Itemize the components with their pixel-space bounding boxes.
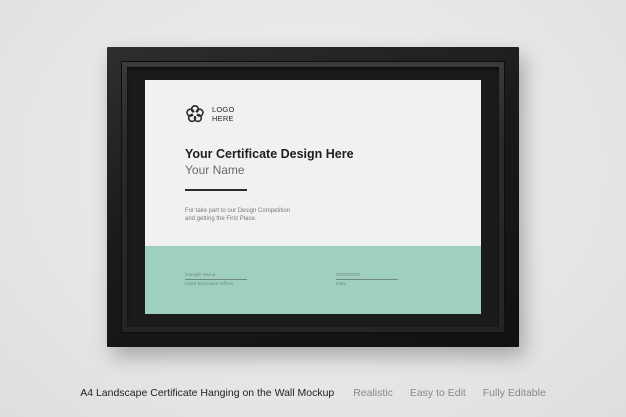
caption-title: A4 Landscape Certificate Hanging on the … [80, 387, 335, 399]
tag-fully-editable: Fully Editable [482, 387, 546, 399]
tag-easy-to-edit: Easy to Edit [409, 387, 466, 399]
date-value: 00/00/0000 [336, 273, 361, 278]
date-block: 00/00/0000 Date [336, 273, 398, 287]
flower-logo-icon [186, 104, 204, 123]
logo-text-line1: LOGO [212, 105, 235, 114]
date-label: Date [336, 281, 347, 287]
signature-name: Sample Name [185, 273, 216, 278]
signature-role: Chief Executive Officer [185, 281, 234, 287]
date-line [336, 279, 398, 280]
logo-text-line2: HERE [212, 114, 234, 123]
certificate-paper: LOGO HERE Your Certificate Design Here Y… [145, 80, 481, 314]
mockup-caption: A4 Landscape Certificate Hanging on the … [0, 387, 626, 399]
recipient-name: Your Name [185, 163, 245, 177]
body-line-2: and getting the First Place. [185, 216, 257, 222]
certificate-title: Your Certificate Design Here [185, 147, 354, 161]
logo: LOGO HERE [185, 104, 234, 124]
certificate-body: For take part to our Design Competition … [185, 207, 355, 223]
tag-realistic: Realistic [353, 387, 393, 399]
logo-text: LOGO HERE [212, 105, 234, 123]
picture-frame: LOGO HERE Your Certificate Design Here Y… [107, 47, 519, 347]
signature-line [185, 279, 247, 280]
signature-block: Sample Name Chief Executive Officer [185, 273, 247, 287]
title-divider [185, 189, 247, 191]
body-line-1: For take part to our Design Competition [185, 208, 291, 214]
